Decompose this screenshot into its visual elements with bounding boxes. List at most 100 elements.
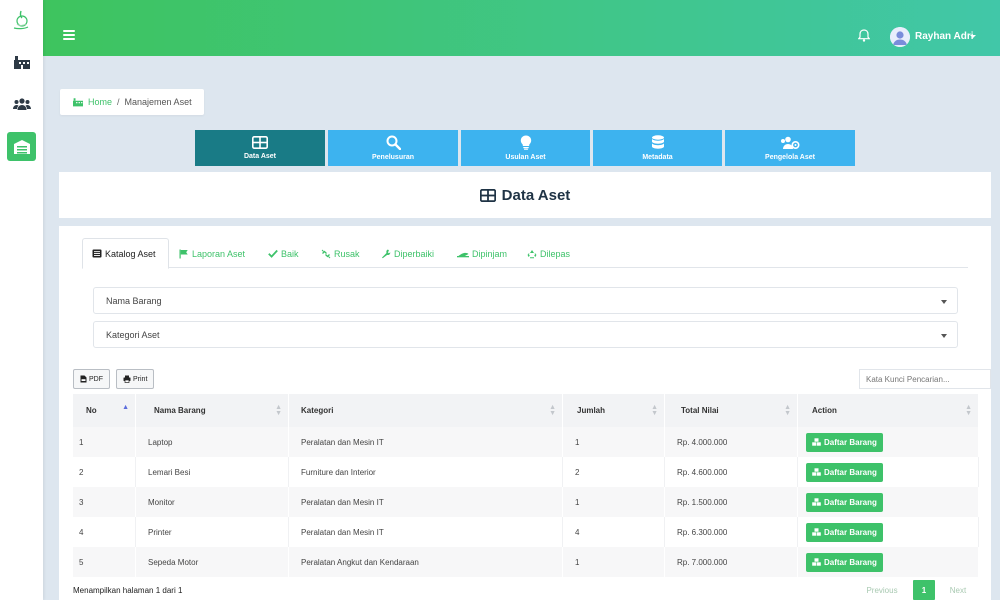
module-label: Usulan Aset (505, 154, 546, 161)
pdf-label: PDF (89, 375, 103, 383)
check-icon (268, 249, 278, 258)
column-label: Jumlah (577, 406, 606, 415)
action-label: Daftar Barang (824, 557, 877, 567)
column-label: Action (812, 406, 837, 415)
file-pdf-icon (80, 375, 87, 383)
column-header-nama-barang[interactable]: Nama Barang ▲ ▼ (136, 394, 289, 427)
user-name[interactable]: Rayhan Adri (915, 31, 974, 42)
cell-no: 5 (73, 547, 136, 577)
bell-icon[interactable] (857, 29, 871, 47)
module-usulan-aset[interactable]: Usulan Aset (461, 130, 590, 166)
tab-laporan-aset[interactable]: Laporan Aset (170, 238, 254, 269)
cell-kategori: Peralatan dan Mesin IT (289, 427, 563, 457)
tab-baik[interactable]: Baik (259, 238, 308, 269)
search-icon (386, 135, 401, 150)
nama-barang-select[interactable]: Nama Barang (93, 287, 958, 314)
column-label: Nama Barang (154, 406, 206, 415)
table-icon (479, 188, 496, 202)
pdf-button[interactable]: PDF (73, 369, 110, 389)
boxes-icon (812, 498, 821, 506)
module-label: Pengelola Aset (765, 153, 815, 161)
kategori-aset-select[interactable]: Kategori Aset (93, 321, 958, 348)
action-label: Daftar Barang (824, 527, 877, 537)
print-icon (123, 375, 131, 383)
building-icon (13, 55, 30, 69)
daftar-barang-button[interactable]: Daftar Barang (806, 552, 883, 572)
hand-icon (457, 252, 469, 257)
daftar-barang-button[interactable]: Daftar Barang (806, 492, 883, 512)
print-button[interactable]: Print (116, 369, 155, 389)
pagination-next[interactable]: Next (937, 580, 979, 600)
recycle-icon (527, 249, 537, 258)
cell-jumlah: 1 (563, 487, 665, 517)
sidebar-item-assets[interactable] (7, 132, 36, 161)
users-icon (12, 97, 31, 110)
tab-dipinjam[interactable]: Dipinjam (448, 238, 516, 269)
column-header-kategori[interactable]: Kategori ▲ ▼ (289, 394, 563, 427)
app-logo[interactable] (8, 7, 34, 33)
module-data-aset[interactable]: Data Aset (195, 130, 325, 166)
search-placeholder: Kata Kunci Pencarian... (866, 374, 950, 384)
page-title-panel: Data Aset (59, 172, 991, 218)
sort-icon: ▲ ▼ (549, 404, 556, 417)
breadcrumb-home[interactable]: Home (72, 97, 112, 107)
sidebar-item-users[interactable] (7, 89, 36, 118)
cell-kategori: Peralatan Angkut dan Kendaraan (289, 547, 563, 577)
column-header-total-nilai[interactable]: Total Nilai ▲ ▼ (665, 394, 798, 427)
module-penelusuran[interactable]: Penelusuran (328, 130, 458, 166)
cell-total: Rp. 7.000.000 (665, 547, 798, 577)
boxes-icon (812, 558, 821, 566)
cell-nama: Monitor (136, 487, 289, 517)
avatar[interactable] (890, 27, 910, 47)
column-label: No (86, 406, 97, 415)
print-label: Print (133, 375, 148, 383)
cell-action: Daftar Barang (798, 547, 979, 577)
sort-asc-icon: ▲ (122, 404, 129, 411)
sidebar (0, 0, 43, 600)
search-input[interactable]: Kata Kunci Pencarian... (859, 369, 991, 389)
page-title: Data Aset (501, 186, 571, 204)
cell-total: Rp. 4.000.000 (665, 427, 798, 457)
cell-no: 4 (73, 517, 136, 547)
pagination-previous[interactable]: Previous (857, 580, 907, 600)
column-header-jumlah[interactable]: Jumlah ▲ ▼ (563, 394, 665, 427)
module-pengelola-aset[interactable]: Pengelola Aset (725, 130, 855, 166)
cell-nama: Laptop (136, 427, 289, 457)
tab-label: Katalog Aset (105, 248, 156, 259)
cell-no: 1 (73, 427, 136, 457)
tab-label: Diperbaiki (394, 248, 435, 259)
database-icon (651, 135, 664, 149)
tab-label: Dilepas (540, 248, 571, 259)
tab-dilepas[interactable]: Dilepas (518, 238, 579, 269)
list-icon (92, 249, 102, 258)
sort-icon: ▲ ▼ (275, 404, 282, 417)
cell-total: Rp. 6.300.000 (665, 517, 798, 547)
pagination-info: Menampilkan halaman 1 dari 1 (73, 586, 183, 595)
column-header-action[interactable]: Action ▲ ▼ (798, 394, 979, 427)
daftar-barang-button[interactable]: Daftar Barang (806, 432, 883, 452)
column-header-no[interactable]: No ▲ (73, 394, 136, 427)
cell-nama: Lemari Besi (136, 457, 289, 487)
sidebar-item-dashboard[interactable] (7, 47, 36, 76)
tab-katalog-aset[interactable]: Katalog Aset (82, 238, 169, 269)
module-metadata[interactable]: Metadata (593, 130, 722, 166)
sort-icon: ▲ ▼ (965, 404, 972, 417)
daftar-barang-button[interactable]: Daftar Barang (806, 462, 883, 482)
cell-total: Rp. 1.500.000 (665, 487, 798, 517)
main-panel: Katalog Aset Laporan Aset Baik Rusak Dip… (59, 226, 991, 600)
tab-label: Laporan Aset (192, 248, 246, 259)
tab-rusak[interactable]: Rusak (312, 238, 369, 269)
cell-nama: Printer (136, 517, 289, 547)
daftar-barang-button[interactable]: Daftar Barang (806, 522, 883, 542)
pagination-page-1[interactable]: 1 (913, 580, 935, 600)
logo-icon (13, 10, 29, 30)
cell-action: Daftar Barang (798, 457, 979, 487)
chevron-down-icon[interactable] (970, 35, 976, 38)
table-row: 1 Laptop Peralatan dan Mesin IT 1 Rp. 4.… (73, 427, 979, 457)
cell-jumlah: 1 (563, 547, 665, 577)
breadcrumb-home-label[interactable]: Home (88, 97, 112, 107)
tab-diperbaiki[interactable]: Diperbaiki (372, 238, 443, 269)
select-value: Kategori Aset (106, 329, 160, 340)
menu-toggle-icon[interactable] (63, 30, 75, 40)
asset-table: No ▲ Nama Barang ▲ ▼ Kategori ▲ ▼ Jumlah ▲… (73, 394, 979, 577)
